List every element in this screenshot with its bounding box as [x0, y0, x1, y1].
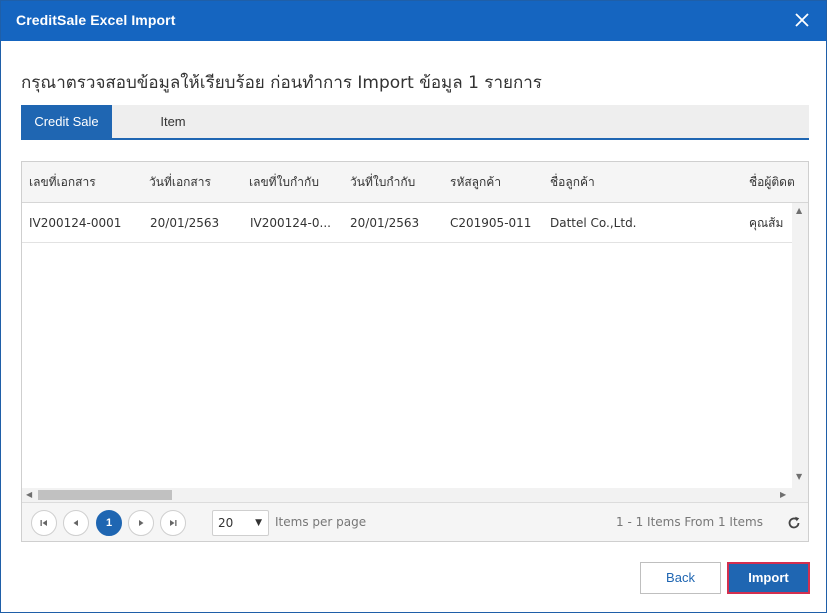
cell-contact-name: คุณส้ม [749, 216, 784, 230]
scroll-down-icon[interactable]: ▼ [796, 473, 802, 481]
cell-invoice-date: 20/01/2563 [350, 216, 420, 230]
column-header-invoice-date[interactable]: วันที่ใบกำกับ [350, 162, 445, 203]
cell-doc-no: IV200124-0001 [29, 216, 122, 230]
column-header-customer-name[interactable]: ชื่อลูกค้า [550, 162, 710, 203]
column-header-doc-no[interactable]: เลขที่เอกสาร [29, 162, 139, 203]
vertical-scrollbar[interactable]: ▲ ▼ [792, 203, 808, 488]
scroll-left-icon[interactable]: ◀ [26, 491, 32, 499]
import-button[interactable]: Import [727, 562, 810, 594]
horizontal-scrollbar[interactable]: ◀ ▶ [22, 488, 792, 502]
page-size-value: 20 [218, 516, 234, 530]
chevron-down-icon: ▼ [255, 518, 262, 528]
items-per-page-label: Items per page [275, 515, 367, 529]
tab-credit-sale[interactable]: Credit Sale [21, 105, 112, 138]
prev-page-icon[interactable] [63, 510, 89, 536]
dialog-titlebar: CreditSale Excel Import [1, 1, 826, 41]
refresh-icon[interactable] [786, 515, 802, 531]
cell-doc-date: 20/01/2563 [150, 216, 220, 230]
pager-info: 1 - 1 Items From 1 Items [616, 515, 763, 529]
column-header-doc-date[interactable]: วันที่เอกสาร [149, 162, 244, 203]
last-page-icon[interactable] [160, 510, 186, 536]
scroll-right-icon[interactable]: ▶ [780, 491, 786, 499]
import-dialog: CreditSale Excel Import กรุณาตรวจสอบข้อม… [0, 0, 827, 613]
scroll-corner [792, 488, 808, 502]
scroll-up-icon[interactable]: ▲ [796, 207, 802, 215]
tab-item[interactable]: Item [112, 105, 234, 138]
horizontal-scroll-thumb[interactable] [38, 490, 172, 500]
close-icon[interactable] [792, 10, 812, 30]
pager: 1 20 ▼ Items per page 1 - 1 Items From 1… [22, 502, 808, 541]
first-page-icon[interactable] [31, 510, 57, 536]
column-header-contact-name[interactable]: ชื่อผู้ติดต [749, 162, 808, 203]
next-page-icon[interactable] [128, 510, 154, 536]
cell-customer-code: C201905-011 [450, 216, 532, 230]
cell-customer-name: Dattel Co.,Ltd. [550, 216, 637, 230]
tab-bar: Credit Sale Item [21, 105, 809, 140]
grid-header: เลขที่เอกสาร วันที่เอกสาร เลขที่ใบกำกับ … [22, 162, 808, 203]
preview-grid: เลขที่เอกสาร วันที่เอกสาร เลขที่ใบกำกับ … [21, 161, 809, 542]
cell-invoice-no: IV200124-0... [250, 216, 331, 230]
page-size-select[interactable]: 20 ▼ [212, 510, 269, 536]
back-button[interactable]: Back [640, 562, 721, 594]
dialog-title: CreditSale Excel Import [16, 12, 176, 28]
table-row[interactable]: IV200124-0001 20/01/2563 IV200124-0... 2… [22, 203, 792, 243]
import-summary-heading: กรุณาตรวจสอบข้อมูลให้เรียบร้อย ก่อนทำการ… [21, 73, 542, 93]
page-number-current[interactable]: 1 [96, 510, 122, 536]
column-header-customer-code[interactable]: รหัสลูกค้า [450, 162, 545, 203]
column-header-invoice-no[interactable]: เลขที่ใบกำกับ [249, 162, 344, 203]
